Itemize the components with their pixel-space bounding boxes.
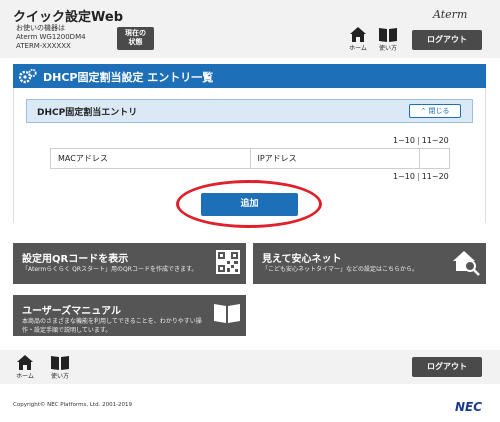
book-icon (379, 28, 397, 42)
home-button[interactable]: ホーム (12, 355, 38, 380)
card-description: 本商品のさまざまな機能を利用してできることを、わかりやすい操 作・設定手順で説明… (22, 318, 202, 334)
column-header-ip: IPアドレス (249, 148, 421, 169)
pager-next-link[interactable]: 11~20 (422, 172, 449, 181)
card-title: ユーザーズマニュアル (22, 306, 121, 317)
home-search-icon (453, 251, 480, 276)
add-button[interactable]: 追加 (201, 193, 298, 216)
table-header-row: MACアドレス IPアドレス (50, 148, 450, 169)
device-name: ATERM-XXXXXX (16, 42, 71, 50)
qr-code-icon (216, 250, 240, 274)
brand-logo: Aterm (433, 8, 468, 21)
home-icon (350, 27, 366, 42)
section-title: DHCP固定割当設定 エントリ一覧 (43, 71, 214, 84)
footer-nav: ホーム 使い方 ログアウト (0, 350, 500, 384)
card-title: 見えて安心ネット (262, 254, 342, 265)
book-icon (51, 356, 69, 370)
close-button[interactable]: ⌃ 閉じる (409, 104, 461, 118)
section-header: DHCP固定割当設定 エントリ一覧 (13, 64, 486, 88)
pager-bottom: 1~10 | 11~20 (393, 172, 449, 181)
gear-icon (19, 68, 37, 84)
entry-subheader-title: DHCP固定割当エントリ (37, 108, 138, 118)
card-title: 設定用QRコードを表示 (22, 254, 129, 265)
card-description: 「Atermらくらく QRスタート」用のQRコードを作成できます。 (22, 266, 198, 273)
logout-button[interactable]: ログアウト (412, 30, 482, 50)
nec-logo: NEC (455, 400, 483, 414)
pager-next-link[interactable]: 11~20 (422, 136, 449, 145)
device-model: Aterm WG1200DM4 (16, 33, 86, 41)
book-icon (214, 304, 240, 323)
howto-button[interactable]: 使い方 (47, 355, 73, 380)
header: クイック設定Web お使いの機器は Aterm WG1200DM4 ATERM-… (0, 0, 500, 58)
howto-button[interactable]: 使い方 (375, 27, 401, 52)
column-header-mac: MACアドレス (50, 148, 251, 169)
safety-net-card[interactable]: 見えて安心ネット 「こども安心ネットタイマー」などの設定はこちらから。 (253, 243, 486, 284)
column-header-blank (419, 148, 450, 169)
qr-code-card[interactable]: 設定用QRコードを表示 「Atermらくらく QRスタート」用のQRコードを作成… (13, 243, 246, 284)
pager-top: 1~10 | 11~20 (393, 136, 449, 145)
device-label: お使いの機器は (16, 24, 65, 32)
home-button[interactable]: ホーム (345, 27, 371, 52)
device-info: お使いの機器は Aterm WG1200DM4 ATERM-XXXXXX (16, 24, 86, 51)
entry-subheader: DHCP固定割当エントリ ⌃ 閉じる (26, 99, 473, 123)
copyright-text: Copyright© NEC Platforms, Ltd. 2001-2019 (13, 402, 133, 408)
pager-current: 1~10 (393, 136, 415, 145)
app-title: クイック設定Web (13, 10, 123, 25)
home-icon (17, 355, 33, 370)
current-status-button[interactable]: 現在の 状態 (117, 27, 154, 50)
logout-button[interactable]: ログアウト (412, 357, 482, 377)
entry-table: MACアドレス IPアドレス (50, 148, 450, 169)
pager-current: 1~10 (393, 172, 415, 181)
chevron-up-icon: ⌃ (420, 107, 427, 115)
card-description: 「こども安心ネットタイマー」などの設定はこちらから。 (262, 266, 419, 273)
user-manual-card[interactable]: ユーザーズマニュアル 本商品のさまざまな機能を利用してできることを、わかりやすい… (13, 295, 246, 336)
